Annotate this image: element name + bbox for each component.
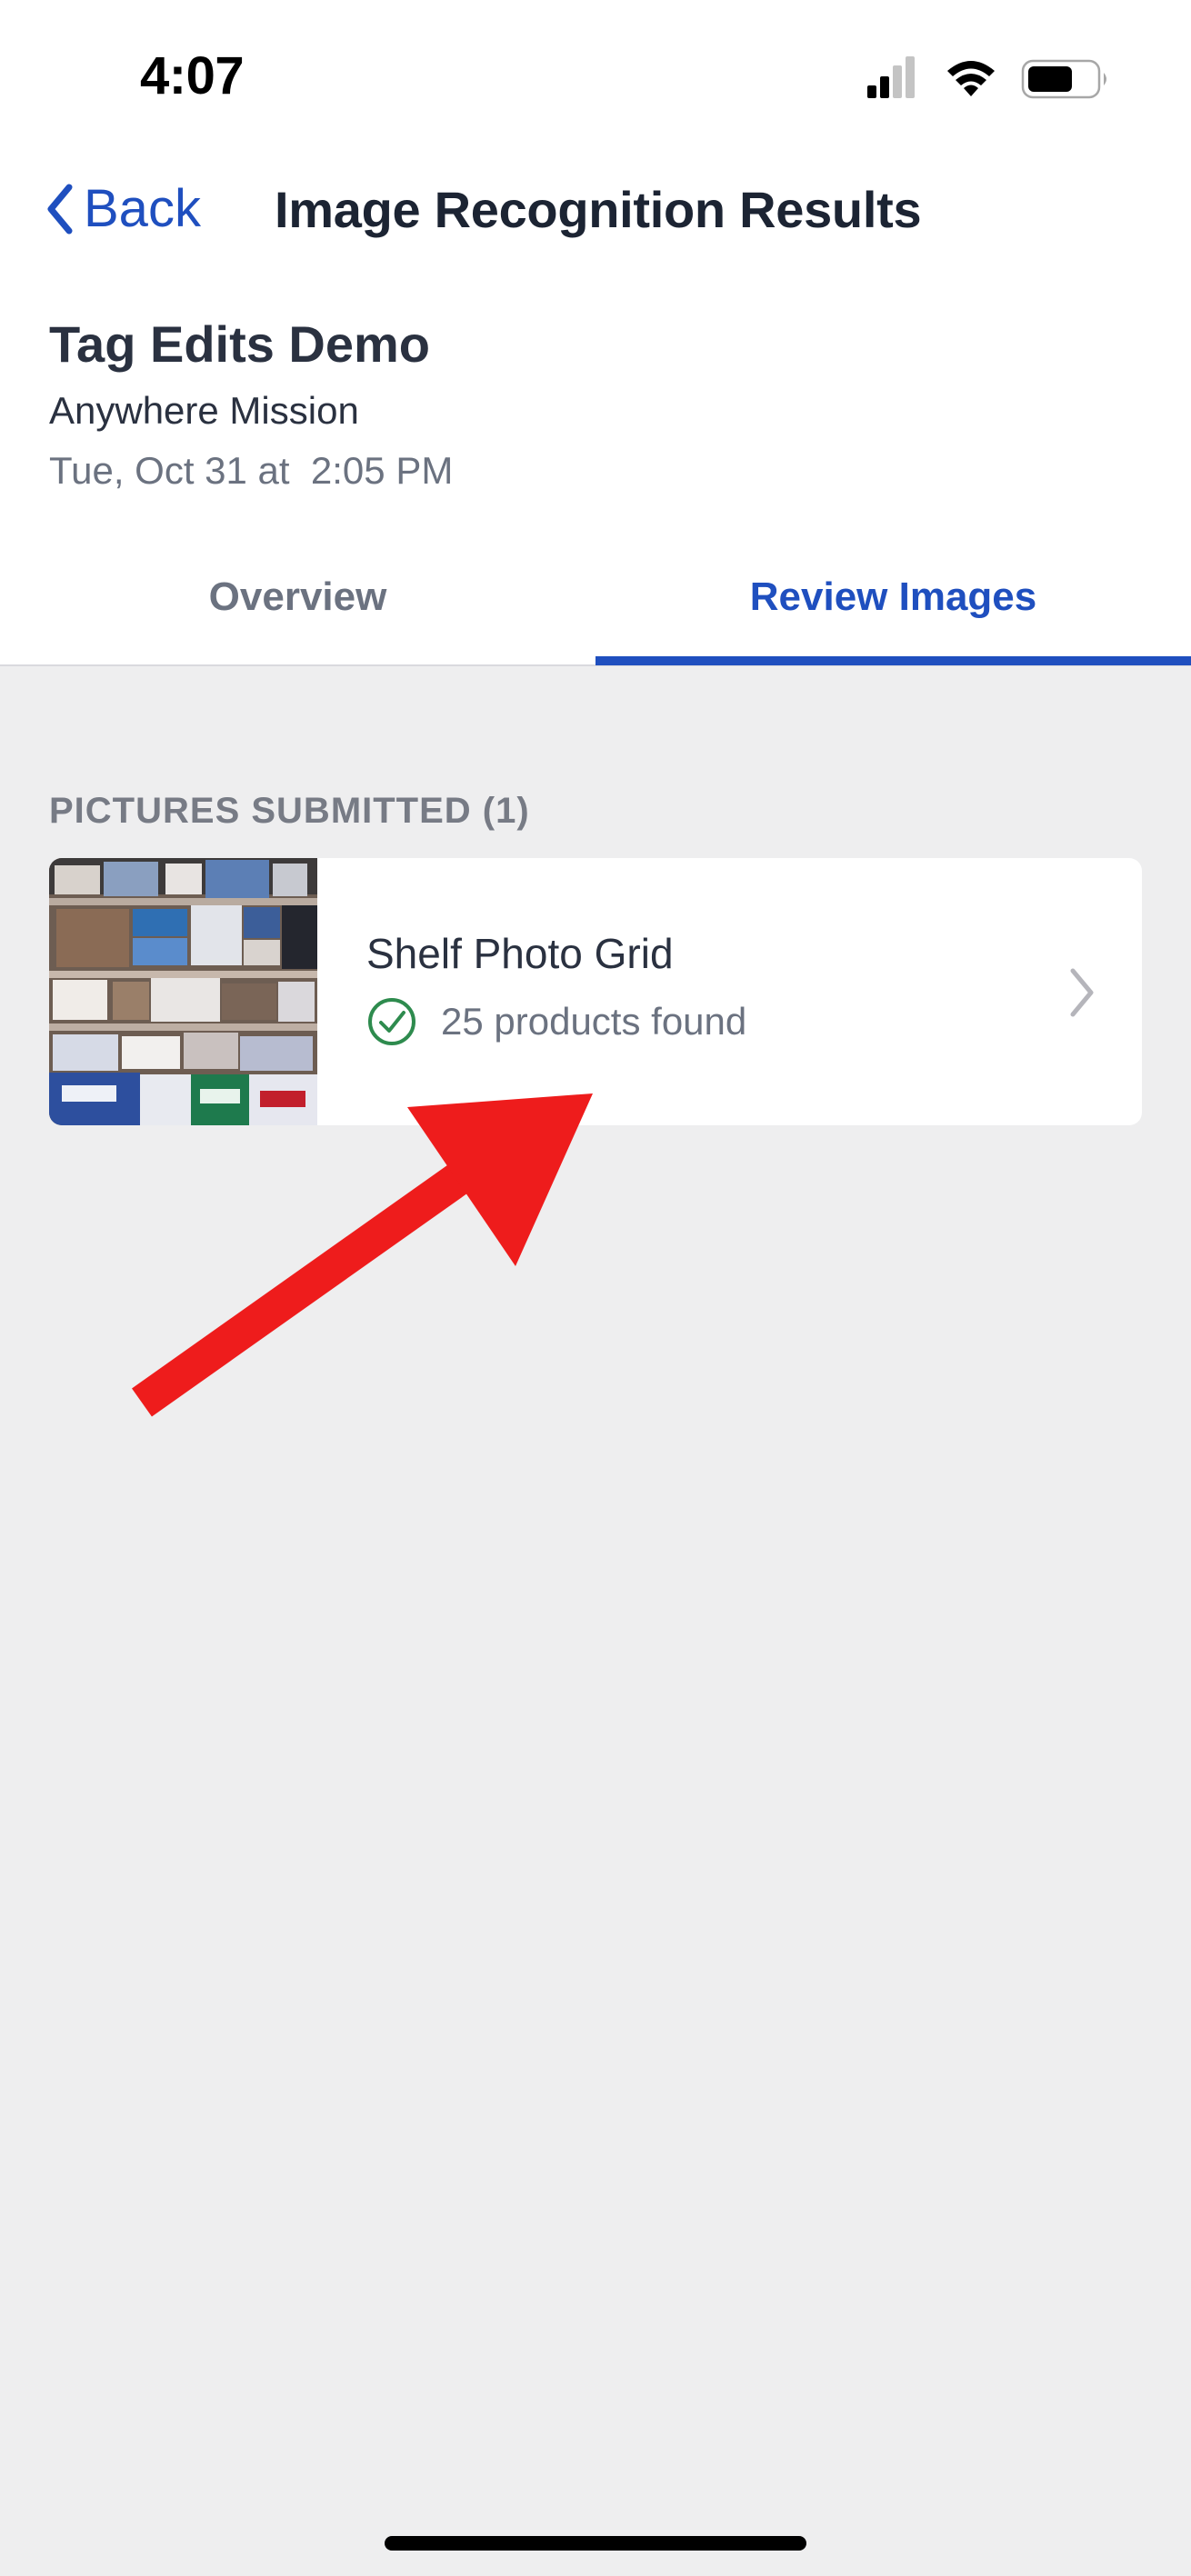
mission-title: Tag Edits Demo [49, 315, 431, 373]
picture-title: Shelf Photo Grid [366, 930, 674, 977]
mission-subtitle: Anywhere Mission [49, 389, 359, 432]
check-circle-icon [368, 998, 415, 1045]
tab-review-images[interactable]: Review Images [596, 545, 1191, 666]
picture-list-item[interactable]: Shelf Photo Grid 25 products found [49, 858, 1142, 1125]
picture-status: 25 products found [366, 996, 746, 1047]
battery-icon [1021, 59, 1106, 99]
chevron-right-icon [1070, 968, 1094, 1017]
back-label[interactable]: Back [84, 178, 201, 239]
header-area: 4:07 Back Image Recognition Results Tag … [0, 0, 1191, 666]
chevron-left-icon [47, 184, 73, 234]
wifi-icon [947, 61, 995, 96]
status-bar-icons [867, 56, 1106, 99]
tab-overview[interactable]: Overview [0, 545, 596, 666]
mission-date: Tue, Oct 31 at 2:05 PM [49, 449, 454, 492]
picture-status-text: 25 products found [441, 1000, 747, 1043]
status-bar-time: 4:07 [140, 46, 245, 105]
tab-selected-indicator [596, 656, 1191, 665]
shelf-photo-thumbnail [49, 858, 317, 1125]
cellular-signal-icon [867, 56, 915, 98]
back-button[interactable]: Back [45, 178, 201, 239]
home-indicator [385, 2536, 806, 2551]
pictures-section-label: PICTURES SUBMITTED (1) [49, 791, 530, 831]
nav-title: Image Recognition Results [275, 181, 922, 238]
